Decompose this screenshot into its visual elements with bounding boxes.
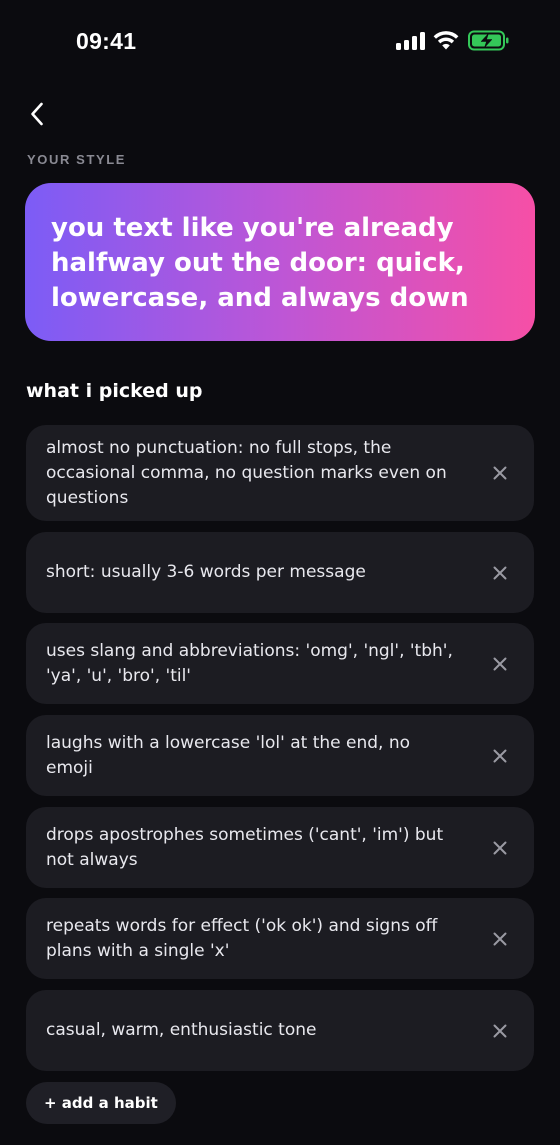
habit-text: laughs with a lowercase 'lol' at the end… [46,732,411,778]
section-label: YOUR STYLE [27,152,127,167]
remove-habit-button[interactable] [488,461,512,485]
habit-text: uses slang and abbreviations: 'omg', 'ng… [46,640,453,686]
remove-habit-button[interactable] [488,652,512,676]
habit-text: repeats words for effect ('ok ok') and s… [46,915,438,961]
status-bar: 09:41 [0,0,560,84]
remove-habit-button[interactable] [488,561,512,585]
habit-text: casual, warm, enthusiastic tone [46,1020,317,1040]
remove-habit-button[interactable] [488,1019,512,1043]
close-icon [493,566,507,579]
habits-heading: what i picked up [26,380,203,402]
habit-item: casual, warm, enthusiastic tone [26,990,534,1071]
habit-item: drops apostrophes sometimes ('cant', 'im… [26,807,534,888]
battery-charging-icon [468,30,510,51]
style-summary-text: you text like you're already halfway out… [51,213,469,313]
habit-text: almost no punctuation: no full stops, th… [46,437,447,508]
close-icon [493,932,507,945]
cellular-signal-icon [396,32,426,50]
habit-item: uses slang and abbreviations: 'omg', 'ng… [26,623,534,704]
habit-text: short: usually 3-6 words per message [46,562,366,582]
habit-item: repeats words for effect ('ok ok') and s… [26,898,534,979]
chevron-left-icon [31,102,43,126]
habit-item: short: usually 3-6 words per message [26,532,534,613]
close-icon [493,466,507,480]
habit-text: drops apostrophes sometimes ('cant', 'im… [46,824,444,870]
habit-item: almost no punctuation: no full stops, th… [26,425,534,521]
back-button[interactable] [22,97,52,131]
remove-habit-button[interactable] [488,836,512,860]
close-icon [493,841,507,854]
close-icon [493,1024,507,1037]
wifi-icon [433,29,459,51]
close-icon [493,749,507,762]
habit-item: laughs with a lowercase 'lol' at the end… [26,715,534,796]
close-icon [493,657,507,670]
add-habit-button[interactable]: + add a habit [26,1082,176,1124]
status-time: 09:41 [76,28,137,54]
style-summary-card: you text like you're already halfway out… [25,183,535,341]
remove-habit-button[interactable] [488,744,512,768]
remove-habit-button[interactable] [488,927,512,951]
